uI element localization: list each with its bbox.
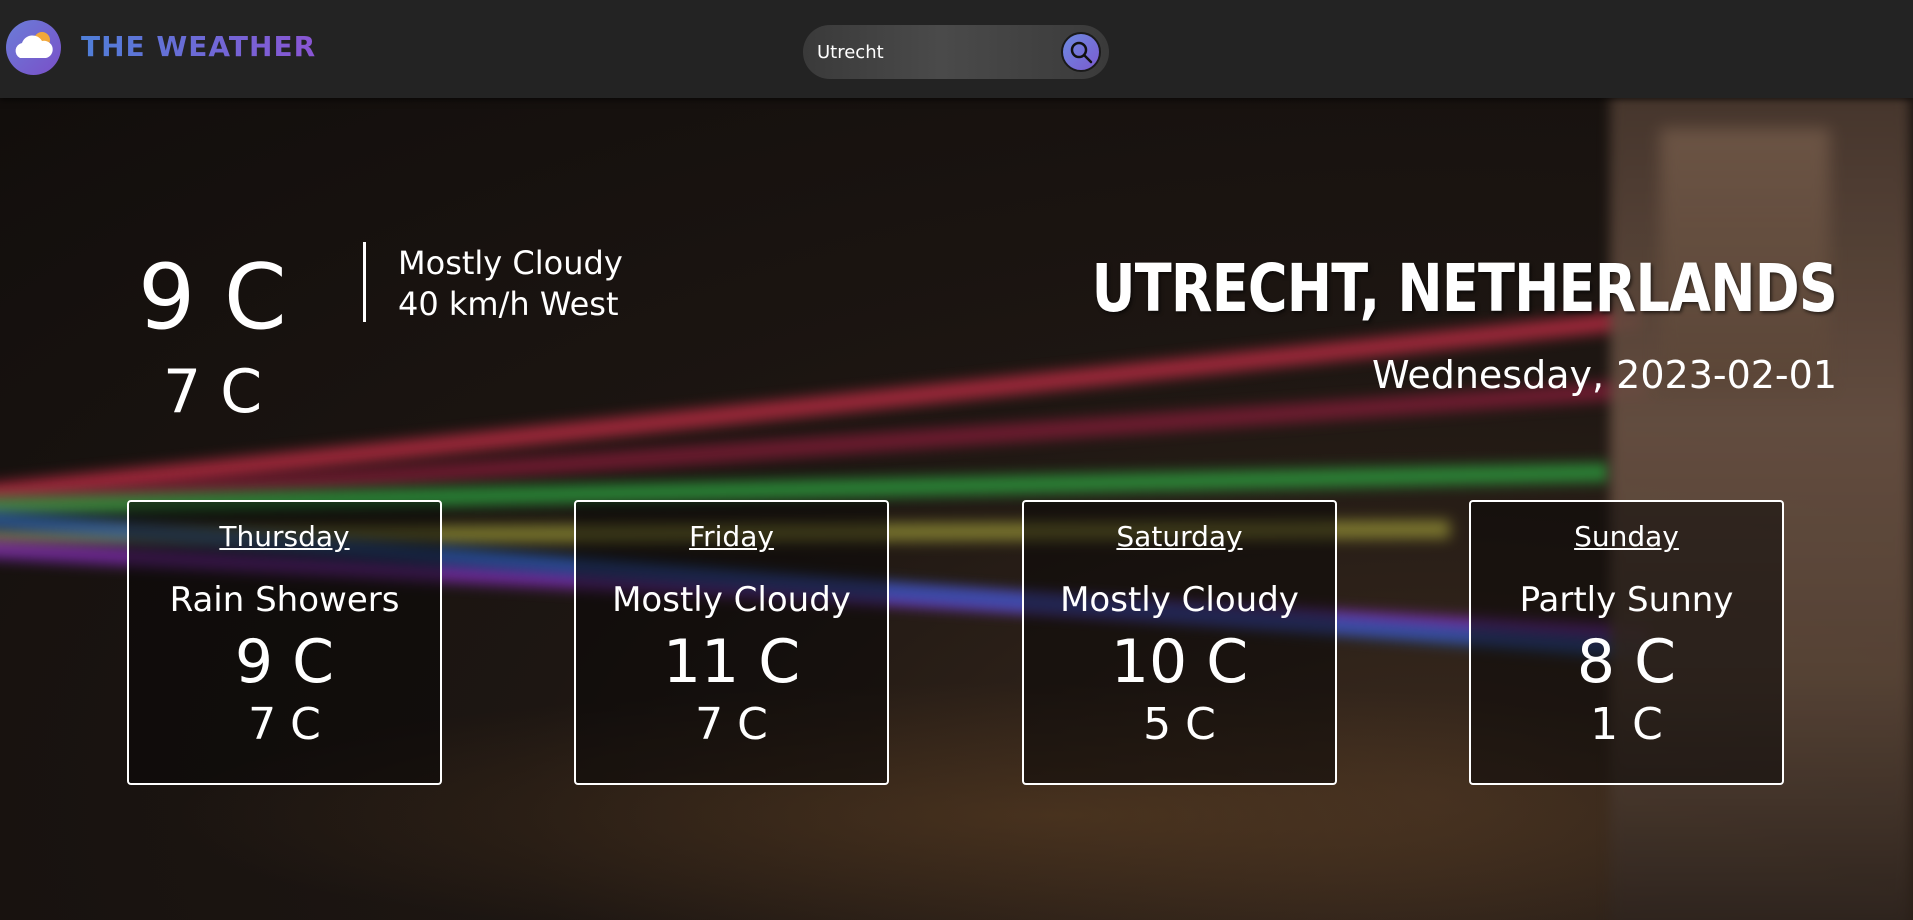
current-date: Wednesday, 2023-02-01: [1372, 353, 1837, 397]
forecast-day: Friday: [689, 520, 774, 553]
forecast-high: 11 C: [662, 627, 801, 697]
location-title: UTRECHT, NETHERLANDS: [1091, 250, 1838, 327]
forecast-condition: Partly Sunny: [1519, 580, 1734, 620]
forecast-high: 9 C: [234, 627, 335, 697]
search-input[interactable]: [817, 37, 1047, 67]
current-condition: Mostly Cloudy: [398, 244, 623, 282]
current-low-temp: 7 C: [163, 357, 263, 427]
forecast-card: Saturday Mostly Cloudy 10 C 5 C: [1022, 500, 1337, 785]
forecast-low: 7 C: [248, 699, 321, 750]
header: THE WEATHER: [0, 0, 1913, 98]
brand-title[interactable]: THE WEATHER: [81, 30, 316, 63]
forecast-condition: Rain Showers: [169, 580, 400, 620]
forecast-card: Thursday Rain Showers 9 C 7 C: [127, 500, 442, 785]
current-high-temp: 9 C: [138, 245, 287, 350]
forecast-high: 8 C: [1576, 627, 1677, 697]
forecast-card: Friday Mostly Cloudy 11 C 7 C: [574, 500, 889, 785]
search-icon: [1070, 41, 1093, 64]
current-wind: 40 km/h West: [398, 285, 619, 323]
forecast-low: 1 C: [1590, 699, 1663, 750]
forecast-high: 10 C: [1110, 627, 1249, 697]
forecast-condition: Mostly Cloudy: [1060, 580, 1299, 620]
forecast-day: Thursday: [219, 520, 350, 553]
cloud-sun-icon[interactable]: [6, 20, 61, 75]
forecast-condition: Mostly Cloudy: [612, 580, 851, 620]
forecast-day: Sunday: [1574, 520, 1679, 553]
forecast-card: Sunday Partly Sunny 8 C 1 C: [1469, 500, 1784, 785]
forecast-day: Saturday: [1116, 520, 1243, 553]
search-button[interactable]: [1061, 32, 1101, 72]
search-bar: [803, 25, 1109, 79]
forecast-low: 5 C: [1143, 699, 1216, 750]
forecast-low: 7 C: [695, 699, 768, 750]
divider: [363, 242, 366, 322]
